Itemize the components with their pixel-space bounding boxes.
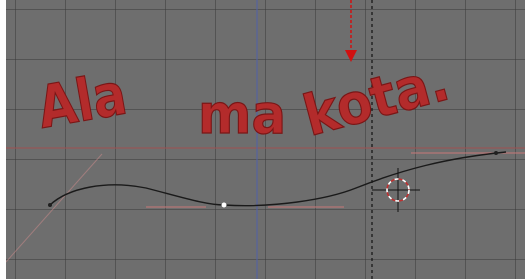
arrow-down-icon bbox=[345, 0, 357, 62]
control-point-start[interactable] bbox=[48, 203, 52, 207]
text-word-2: ma bbox=[198, 84, 286, 147]
control-point-end[interactable] bbox=[494, 151, 498, 155]
viewport-scene[interactable]: Ala ma kota. bbox=[6, 0, 525, 279]
curve-path bbox=[49, 151, 507, 207]
text-word-3: kota. bbox=[297, 48, 456, 149]
control-point-mid[interactable] bbox=[221, 202, 227, 208]
diagonal-guide-line bbox=[6, 153, 103, 263]
bezier-curve[interactable] bbox=[48, 151, 525, 208]
text-object[interactable]: Ala ma kota. bbox=[32, 47, 456, 150]
3d-viewport[interactable]: Ala ma kota. bbox=[6, 0, 525, 279]
crosshair-icon[interactable] bbox=[372, 168, 420, 212]
text-word-1: Ala bbox=[33, 60, 132, 142]
